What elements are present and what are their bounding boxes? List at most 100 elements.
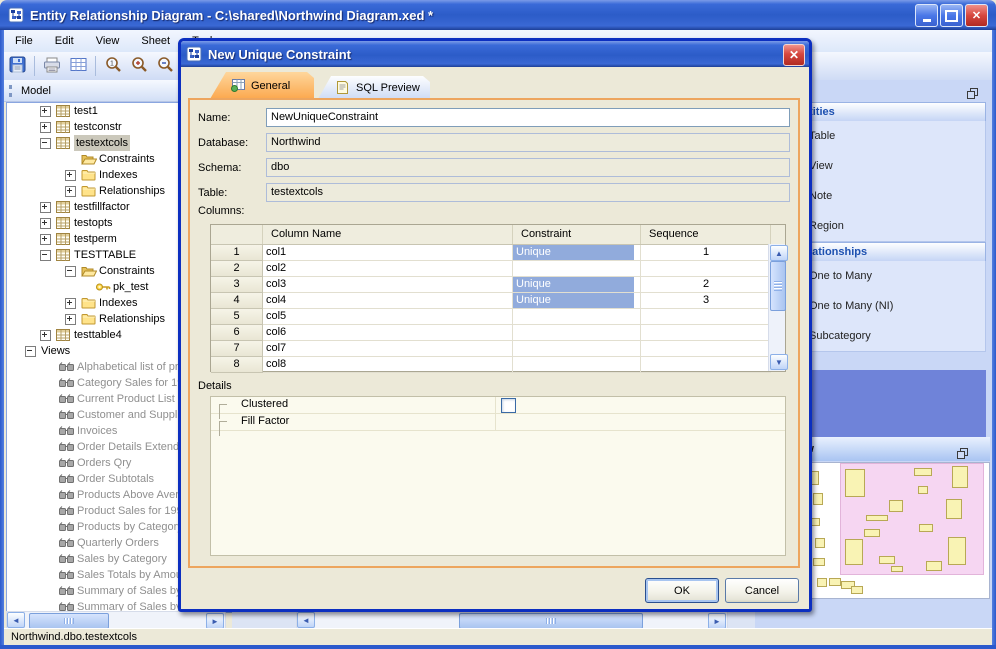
expand-icon[interactable] — [40, 234, 51, 245]
table-row: 4 col4 Unique 3 — [211, 293, 785, 309]
grid-header-column-name[interactable]: Column Name — [263, 225, 513, 244]
toolbox-item[interactable]: Table — [789, 121, 985, 151]
scroll-left-icon[interactable]: ◄ — [7, 612, 25, 628]
row-header[interactable]: 2 — [211, 261, 263, 277]
scroll-right-icon[interactable]: ► — [708, 613, 726, 629]
details-row[interactable]: Fill Factor — [211, 414, 785, 436]
minimize-button[interactable] — [915, 4, 938, 27]
panel-grip[interactable] — [9, 84, 16, 97]
sequence-cell[interactable] — [641, 261, 771, 277]
name-field[interactable]: NewUniqueConstraint — [266, 108, 790, 127]
details-property-name: Fill Factor — [211, 414, 496, 430]
scroll-right-icon[interactable]: ► — [206, 613, 224, 629]
collapse-icon[interactable] — [25, 346, 36, 357]
collapse-icon[interactable] — [40, 138, 51, 149]
close-button[interactable]: ✕ — [965, 4, 988, 27]
row-header[interactable]: 5 — [211, 309, 263, 325]
maximize-button[interactable] — [940, 4, 963, 27]
row-header[interactable]: 8 — [211, 357, 263, 373]
column-name-cell[interactable]: col5 — [263, 309, 513, 325]
tree-hscroll-thumb[interactable] — [29, 613, 109, 629]
expand-icon[interactable] — [40, 202, 51, 213]
dialog-title-bar: New Unique Constraint — [181, 41, 809, 67]
column-name-cell[interactable]: col1 — [263, 245, 513, 261]
constraint-cell[interactable]: Unique — [513, 277, 641, 293]
details-property-value[interactable] — [496, 414, 785, 430]
cancel-button[interactable]: Cancel — [725, 578, 799, 603]
column-name-cell[interactable]: col3 — [263, 277, 513, 293]
constraint-cell[interactable] — [513, 325, 641, 341]
menu-item-view[interactable]: View — [85, 32, 131, 50]
grid-button[interactable] — [66, 54, 90, 78]
row-header[interactable]: 7 — [211, 341, 263, 357]
expand-icon[interactable] — [65, 170, 76, 181]
tab-sql-preview[interactable]: SQL Preview — [318, 76, 430, 99]
expand-icon[interactable] — [40, 218, 51, 229]
toolbox-item[interactable]: Subcategory — [789, 321, 985, 351]
constraint-cell[interactable]: Unique — [513, 293, 641, 309]
sequence-cell[interactable]: 1 — [641, 245, 771, 261]
toolbox-item[interactable]: One to Many — [789, 261, 985, 291]
details-property-value[interactable] — [496, 397, 785, 413]
sequence-cell[interactable]: 2 — [641, 277, 771, 293]
zoom-out-button[interactable] — [153, 54, 177, 78]
ok-button[interactable]: OK — [645, 578, 719, 603]
status-bar: Northwind.dbo.testextcols — [3, 628, 993, 645]
toolbox-item[interactable]: View — [789, 151, 985, 181]
scroll-down-icon[interactable]: ▼ — [770, 354, 788, 370]
column-name-cell[interactable]: col4 — [263, 293, 513, 309]
sequence-cell[interactable] — [641, 325, 771, 341]
float-window-icon[interactable] — [957, 444, 968, 459]
expand-icon[interactable] — [40, 106, 51, 117]
tree-hscrollbar[interactable]: ◄ ► — [6, 611, 226, 629]
sequence-cell[interactable]: 3 — [641, 293, 771, 309]
menu-item-edit[interactable]: Edit — [44, 32, 85, 50]
column-name-cell[interactable]: col6 — [263, 325, 513, 341]
grid-header-constraint[interactable]: Constraint — [513, 225, 641, 244]
constraint-cell[interactable]: Unique — [513, 245, 641, 261]
scroll-left-icon[interactable]: ◄ — [297, 612, 315, 628]
grid-vscroll-thumb[interactable] — [770, 261, 786, 311]
row-header[interactable]: 4 — [211, 293, 263, 309]
expand-icon[interactable] — [40, 122, 51, 133]
clustered-checkbox[interactable] — [501, 397, 516, 413]
toolbox-item[interactable]: Note — [789, 181, 985, 211]
grid-vscrollbar[interactable]: ▲ ▼ — [768, 244, 788, 371]
field-value: NewUniqueConstraint — [271, 111, 378, 123]
toolbox-item[interactable]: One to Many (NI) — [789, 291, 985, 321]
row-header[interactable]: 1 — [211, 245, 263, 261]
print-button[interactable] — [40, 54, 64, 78]
constraint-cell[interactable] — [513, 341, 641, 357]
expand-icon[interactable] — [65, 298, 76, 309]
constraint-cell[interactable] — [513, 309, 641, 325]
collapse-icon[interactable] — [65, 266, 76, 277]
grid-header-sequence[interactable]: Sequence — [641, 225, 771, 244]
sheet-hscroll-thumb[interactable] — [459, 613, 643, 629]
expand-icon[interactable] — [40, 330, 51, 341]
column-name-cell[interactable]: col2 — [263, 261, 513, 277]
expand-icon[interactable] — [65, 314, 76, 325]
sequence-cell[interactable] — [641, 309, 771, 325]
constraint-cell[interactable] — [513, 261, 641, 277]
dialog-close-button[interactable]: ✕ — [783, 44, 805, 66]
expand-icon[interactable] — [65, 186, 76, 197]
column-name-cell[interactable]: col8 — [263, 357, 513, 373]
details-row[interactable]: Clustered — [211, 397, 785, 419]
toolbox-item[interactable]: Region — [789, 211, 985, 241]
menu-item-file[interactable]: File — [4, 32, 44, 50]
sequence-cell[interactable] — [641, 357, 771, 373]
save-button[interactable] — [5, 54, 29, 78]
menu-item-sheet[interactable]: Sheet — [130, 32, 181, 50]
float-window-icon[interactable] — [967, 88, 978, 99]
row-header[interactable]: 3 — [211, 277, 263, 293]
row-header[interactable]: 6 — [211, 325, 263, 341]
scroll-up-icon[interactable]: ▲ — [770, 245, 788, 261]
zoom-actual-button[interactable]: 1 — [101, 54, 125, 78]
constraint-cell[interactable] — [513, 357, 641, 373]
collapse-icon[interactable] — [40, 250, 51, 261]
sequence-cell[interactable] — [641, 341, 771, 357]
sheet-hscrollbar[interactable]: ◄ ► — [296, 611, 728, 629]
column-name-cell[interactable]: col7 — [263, 341, 513, 357]
zoom-in-button[interactable] — [127, 54, 151, 78]
tab-general[interactable]: General — [210, 72, 314, 99]
